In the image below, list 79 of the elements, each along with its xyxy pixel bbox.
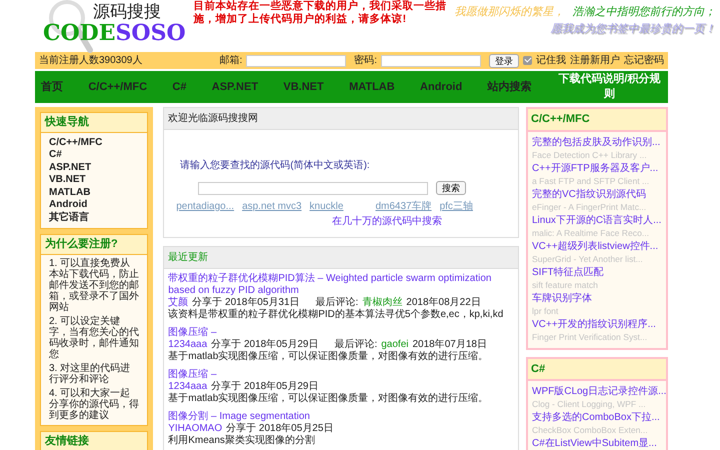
share-date: 分享于 2018年05月25日 [226, 423, 334, 434]
comment-label: 最后评论: [316, 297, 358, 308]
logo-text: 源码搜搜 [93, 4, 162, 21]
panel-title: C/C++/MFC [528, 109, 666, 132]
comment-date: 2018年07月18日 [412, 339, 487, 350]
quick-nav-link[interactable]: ASP.NET [49, 162, 140, 174]
remember-checkbox[interactable] [523, 56, 532, 65]
entry-description: 该资料是带权重的粒子群优化模糊PID的基本算法寻优5个参数e,ec，kp,ki,kd [168, 309, 504, 321]
login-link[interactable]: 注册新用户 [570, 53, 620, 68]
nav-link[interactable]: 下载代码说明/积分规则 [556, 72, 662, 102]
search-all-link[interactable]: 在几十万的源代码中搜索 [332, 216, 442, 227]
panel-title: C# [528, 358, 666, 381]
nav-link[interactable]: C# [172, 78, 186, 96]
share-date: 分享于 2018年05月29日 [211, 381, 318, 392]
quick-nav-link[interactable]: C# [49, 149, 140, 162]
member-count: 当前注册人数390309人 [39, 54, 142, 68]
code-title-link[interactable]: VC++超级列表listview控件... [532, 240, 662, 252]
code-title-link[interactable]: C#在ListView中Subitem显... [532, 437, 662, 450]
entry-title-link[interactable]: 图像分割 – Image segmentation [168, 411, 514, 423]
register-reason: 2. 可以设定关键字，当有您关心的代码收录时，邮件通知您 [49, 316, 140, 360]
search-button[interactable]: 搜索 [436, 181, 466, 195]
code-title-link[interactable]: SIFT特征点匹配 [532, 266, 662, 278]
entry-title-link[interactable]: 带权重的粒子群优化模糊PID算法 – Weighted particle swarm optimization based on fuzzy PID algorithm [168, 273, 514, 297]
password-field[interactable] [381, 54, 481, 66]
share-date: 分享于 2018年05月31日 [192, 297, 300, 308]
slogan-text: 愿我成为您书签中最珍贵的一页！ [550, 22, 716, 36]
login-link[interactable]: 忘记密码 [624, 53, 664, 68]
entry-description: 基于matlab实现图像压缩，可以保证图像质量，对图像有效的进行压缩。 [168, 351, 490, 363]
quick-nav-link[interactable]: C/C++/MFC [49, 136, 140, 149]
user-link[interactable]: 1234aaa [168, 381, 208, 392]
search-field[interactable] [198, 182, 428, 194]
user-link[interactable]: 艾颜 [168, 297, 188, 308]
nav-link[interactable]: MATLAB [349, 78, 395, 96]
quick-nav-link[interactable]: 其它语言 [49, 212, 140, 224]
nav-link[interactable]: 首页 [41, 78, 63, 96]
entry-description: 基于matlab实现图像压缩，可以保证图像质量，对图像有效的进行压缩。 [168, 393, 490, 405]
comment-date: 2018年08月22日 [406, 297, 481, 308]
nav-link[interactable]: Android [420, 78, 462, 96]
comment-label: 最后评论: [334, 339, 378, 350]
entry-title-link[interactable]: 图像压缩 – [168, 369, 514, 381]
code-title-link[interactable]: 车牌识别字体 [532, 292, 662, 304]
entry-description: 利用Kmeans聚类实现图像的分割 [168, 435, 316, 447]
code-title-link[interactable]: 支持多选的ComboBox下拉... [532, 411, 662, 424]
nav-link[interactable]: 站内搜索 [488, 78, 532, 96]
code-title-link[interactable]: C++开源FTP服务器及客户... [532, 162, 662, 174]
entry-title-link[interactable]: 图像压缩 – [168, 327, 514, 339]
register-reason: 1. 可以直接免费从本站下载代码，防止邮件发送不到您的邮箱，或登录不了国外网站 [49, 258, 140, 312]
nav-link[interactable]: ASP.NET [212, 78, 258, 96]
panel-title: 最近更新 [164, 247, 518, 269]
password-label: 密码: [354, 54, 377, 68]
user-link[interactable]: YIHAOMAO [168, 423, 222, 434]
slogan-text: 我愿做那闪烁的繁星， [454, 5, 565, 20]
commenter-link[interactable]: 青椒肉丝 [362, 297, 402, 308]
panel-title: 友情链接 [41, 432, 148, 450]
remember-label: 记住我 [536, 54, 566, 68]
code-title-link[interactable]: 完整的VC指纹识别源代码 [532, 188, 662, 200]
nav-link[interactable]: C/C++/MFC [88, 78, 148, 96]
notice-text: 目前本站存在一些恶意下载的用户，我们采取一些措施，增加了上传代码用户的利益，请多体谅! [194, 0, 448, 26]
register-reason: 3. 对这里的代码进行评分和评论 [49, 362, 132, 384]
nav-link[interactable]: VB.NET [283, 78, 324, 96]
code-title-link[interactable]: 完整的包括皮肤及动作识别... [532, 136, 662, 148]
quick-nav-link[interactable]: Android [49, 199, 140, 212]
code-title-link[interactable]: VC++开发的指纹识别程序... [532, 318, 662, 330]
search-prompt: 请输入您要查找的源代码(简体中文或英语): [180, 158, 371, 173]
panel-title: 为什么要注册? [41, 235, 148, 254]
share-date: 分享于 2018年05月29日 [211, 339, 318, 350]
register-reason: 4. 可以和大家一起分享你的源代码，得到更多的建议 [49, 388, 140, 420]
commenter-link[interactable]: gaofei [381, 339, 408, 350]
panel-title: 快速导航 [41, 113, 148, 132]
slogan-text: 浩瀚之中指明您前行的方向； [572, 4, 716, 20]
quick-nav-link[interactable]: VB.NET [49, 174, 140, 186]
code-title-link[interactable]: Linux下开源的C语言实时人... [532, 214, 662, 226]
panel-title: 欢迎光临源码搜搜网 [164, 108, 518, 130]
user-link[interactable]: 1234aaa [168, 339, 208, 350]
login-button[interactable]: 登录 [489, 54, 519, 68]
quick-nav-link[interactable]: MATLAB [49, 186, 140, 199]
email-field[interactable] [246, 54, 346, 66]
logo-wordmark[interactable]: CODESOSO [43, 21, 186, 46]
email-label: 邮箱: [219, 54, 242, 68]
